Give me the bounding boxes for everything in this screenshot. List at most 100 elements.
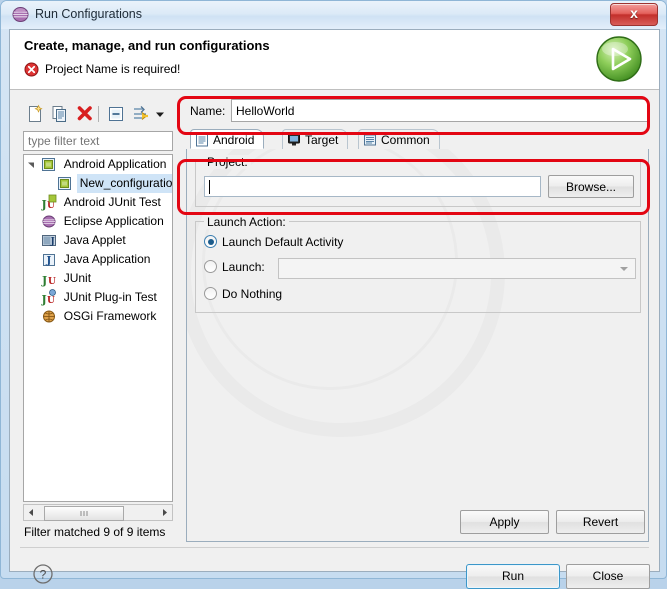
android-app-icon — [57, 174, 73, 193]
project-group-title: Project: — [204, 155, 251, 169]
svg-text:J: J — [50, 237, 55, 247]
launch-activity-dropdown[interactable] — [278, 258, 636, 279]
eclipse-sphere-icon — [41, 212, 57, 231]
svg-text:U: U — [48, 277, 56, 287]
svg-text:J: J — [41, 198, 47, 211]
svg-text:J: J — [41, 274, 47, 287]
filter-icon[interactable] — [130, 103, 152, 125]
twisty-placeholder — [24, 231, 38, 250]
collapse-all-icon[interactable] — [105, 103, 127, 125]
chevron-down-icon[interactable] — [153, 103, 167, 125]
tree-item-junit-plugin-test[interactable]: J U JUnit Plug-in Test — [24, 288, 172, 307]
name-row: Name: — [186, 99, 649, 125]
filter-status-text: Filter matched 9 of 9 items — [24, 525, 166, 539]
tree-item-java-applet[interactable]: J Java Applet — [24, 231, 172, 250]
scroll-left-icon[interactable] — [24, 505, 39, 520]
twisty-placeholder — [24, 250, 38, 269]
twisty-expanded-icon[interactable] — [24, 155, 38, 174]
search-input[interactable] — [24, 132, 172, 150]
configuration-editor-panel: Name: Android — [186, 99, 649, 542]
svg-text:J: J — [46, 256, 52, 267]
close-button[interactable]: Close — [566, 564, 650, 589]
java-applet-icon: J — [41, 231, 57, 250]
radio-launch[interactable]: Launch: — [204, 257, 265, 277]
tree-item-java-application[interactable]: J Java Application — [24, 250, 172, 269]
tree-item-label: Java Application — [63, 252, 151, 266]
tree-item-label: Android Application — [63, 157, 167, 171]
delete-icon[interactable] — [74, 103, 96, 125]
title-bar: Run Configurations x — [1, 1, 666, 29]
tree-item-label: JUnit — [63, 271, 92, 285]
twisty-placeholder — [40, 174, 54, 193]
text-caret — [209, 180, 210, 194]
android-tab-content: Project: Browse... Launch Action: Launch… — [186, 149, 649, 542]
radio-launch-default-activity[interactable]: Launch Default Activity — [204, 232, 343, 252]
tree-item-label: New_configuration — [76, 174, 172, 193]
revert-button[interactable]: Revert — [556, 510, 645, 534]
configurations-tree[interactable]: Android Application New_configuration J … — [23, 154, 173, 502]
tree-item-android-junit-test[interactable]: J U Android JUnit Test — [24, 193, 172, 212]
svg-text:J: J — [41, 293, 47, 306]
twisty-placeholder — [24, 193, 38, 212]
tree-toolbar — [20, 99, 180, 130]
svg-text:U: U — [47, 296, 55, 306]
twisty-placeholder — [24, 288, 38, 307]
project-group: Project: Browse... — [195, 155, 641, 207]
radio-button-icon[interactable] — [204, 235, 217, 248]
eclipse-sphere-icon — [12, 6, 29, 23]
common-list-icon — [363, 133, 377, 147]
name-label: Name: — [190, 104, 226, 118]
run-button[interactable]: Run — [466, 564, 560, 589]
twisty-placeholder — [24, 212, 38, 231]
radio-do-nothing[interactable]: Do Nothing — [204, 284, 282, 304]
close-window-button[interactable]: x — [610, 3, 658, 26]
name-field-wrapper[interactable] — [231, 99, 648, 122]
browse-button[interactable]: Browse... — [548, 175, 634, 198]
button-bar-separator — [20, 547, 649, 548]
tab-target[interactable]: Target — [282, 129, 349, 149]
radio-button-icon[interactable] — [204, 287, 217, 300]
radio-label: Launch Default Activity — [222, 235, 344, 249]
duplicate-icon[interactable] — [49, 103, 71, 125]
tab-android[interactable]: Android — [190, 129, 265, 149]
new-launch-configuration-icon[interactable] — [24, 103, 46, 125]
dialog-client-area: Create, manage, and run configurations P… — [9, 29, 660, 589]
tree-item-label: Android JUnit Test — [63, 195, 161, 209]
tab-label: Common — [381, 133, 430, 147]
android-app-icon — [41, 155, 57, 174]
project-field[interactable] — [204, 176, 541, 197]
window-title: Run Configurations — [35, 7, 143, 21]
tree-item-label: Eclipse Application — [63, 214, 164, 228]
twisty-placeholder — [24, 269, 38, 288]
launch-action-group: Launch Action: Launch Default Activity L… — [195, 215, 641, 313]
radio-button-icon[interactable] — [204, 260, 217, 273]
validation-message: Project Name is required! — [45, 62, 181, 76]
run-configurations-window: Run Configurations x Create, manage, and… — [0, 0, 667, 589]
tree-item-new-configuration[interactable]: New_configuration — [24, 174, 172, 193]
filter-input-wrapper[interactable] — [23, 131, 173, 151]
page-title: Create, manage, and run configurations — [24, 38, 270, 53]
help-question-icon[interactable]: ? — [32, 563, 54, 585]
run-play-icon — [593, 33, 645, 85]
tree-item-eclipse-application[interactable]: Eclipse Application — [24, 212, 172, 231]
tab-common[interactable]: Common — [358, 129, 440, 149]
tree-item-android-application[interactable]: Android Application — [24, 155, 172, 174]
java-application-icon: J — [41, 250, 57, 269]
radio-label: Launch: — [222, 260, 265, 274]
apply-button[interactable]: Apply — [460, 510, 549, 534]
dialog-header: Create, manage, and run configurations P… — [10, 30, 659, 90]
tree-horizontal-scrollbar[interactable] — [23, 504, 173, 521]
name-field[interactable] — [232, 100, 646, 121]
osgi-icon — [41, 307, 57, 326]
android-tab-icon — [195, 133, 209, 147]
tree-item-label: Java Applet — [63, 233, 126, 247]
junit-icon: J U — [41, 269, 57, 288]
configuration-tabs: Android Target Common — [186, 129, 649, 151]
scroll-right-icon[interactable] — [157, 505, 172, 520]
tree-item-junit[interactable]: J U JUnit — [24, 269, 172, 288]
junit-plugin-icon: J U — [41, 288, 57, 307]
scrollbar-thumb[interactable] — [44, 506, 124, 521]
svg-text:U: U — [47, 201, 55, 211]
tree-item-osgi-framework[interactable]: OSGi Framework — [24, 307, 172, 326]
svg-text:?: ? — [40, 568, 47, 582]
